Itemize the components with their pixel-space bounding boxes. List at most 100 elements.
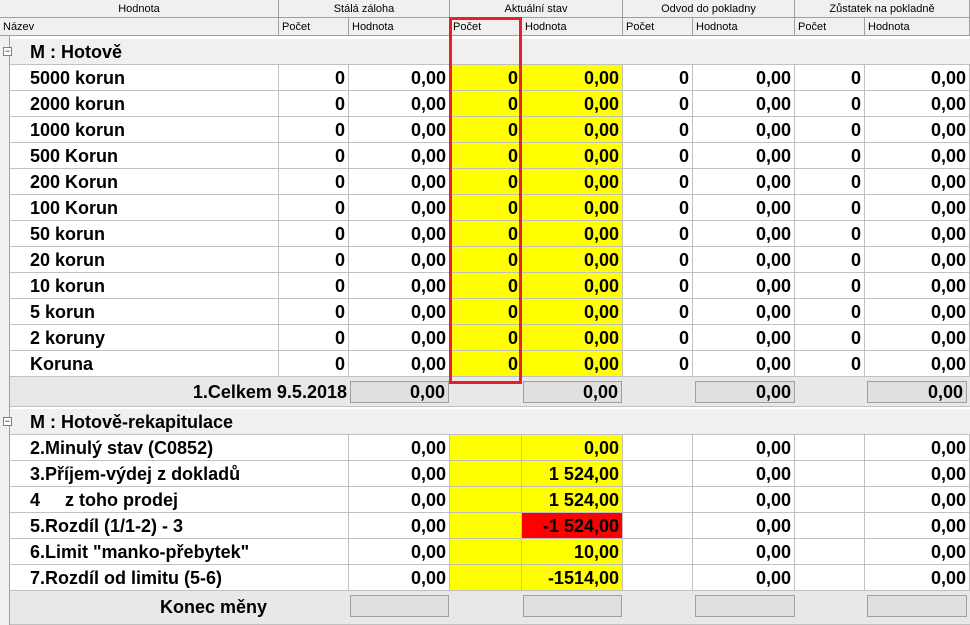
recap-label[interactable]: 7.Rozdíl od limitu (5-6)	[10, 565, 349, 591]
header-odvod[interactable]: Odvod do pokladny	[623, 0, 795, 18]
recap-label[interactable]: 4 z toho prodej	[10, 487, 349, 513]
stala-hodnota[interactable]: 0,00	[349, 539, 450, 565]
denomination-label[interactable]: 2 koruny	[10, 325, 279, 351]
odvod-pocet[interactable]	[623, 539, 693, 565]
odvod-pocet[interactable]: 0	[623, 221, 693, 247]
header-zustatek[interactable]: Zůstatek na pokladně	[795, 0, 970, 18]
zustatek-pocet[interactable]: 0	[795, 91, 865, 117]
stala-pocet[interactable]: 0	[279, 91, 349, 117]
odvod-pocet[interactable]	[623, 487, 693, 513]
zustatek-hodnota[interactable]: 0,00	[865, 461, 970, 487]
odvod-pocet[interactable]: 0	[623, 169, 693, 195]
odvod-pocet[interactable]: 0	[623, 247, 693, 273]
stala-hodnota[interactable]: 0,00	[349, 513, 450, 539]
zustatek-hodnota[interactable]: 0,00	[865, 435, 970, 461]
stala-pocet[interactable]: 0	[279, 325, 349, 351]
stala-pocet[interactable]: 0	[279, 273, 349, 299]
aktualni-hodnota[interactable]: 0,00	[522, 273, 623, 299]
aktualni-hodnota[interactable]: 0,00	[522, 299, 623, 325]
odvod-hodnota[interactable]: 0,00	[693, 513, 795, 539]
aktualni-hodnota[interactable]: 0,00	[522, 195, 623, 221]
odvod-hodnota[interactable]: 0,00	[693, 487, 795, 513]
zustatek-pocet[interactable]: 0	[795, 195, 865, 221]
zustatek-pocet[interactable]	[795, 461, 865, 487]
zustatek-hodnota[interactable]: 0,00	[865, 169, 970, 195]
zustatek-hodnota[interactable]: 0,00	[865, 351, 970, 377]
header-aktualni-stav[interactable]: Aktuální stav	[450, 0, 623, 18]
zustatek-hodnota[interactable]: 0,00	[865, 325, 970, 351]
stala-hodnota[interactable]: 0,00	[349, 247, 450, 273]
aktualni-hodnota[interactable]: 1 524,00	[522, 487, 623, 513]
odvod-pocet[interactable]: 0	[623, 351, 693, 377]
zustatek-hodnota[interactable]: 0,00	[865, 221, 970, 247]
odvod-hodnota[interactable]: 0,00	[693, 461, 795, 487]
zustatek-pocet[interactable]: 0	[795, 247, 865, 273]
stala-hodnota[interactable]: 0,00	[349, 565, 450, 591]
aktualni-hodnota[interactable]: 0,00	[522, 143, 623, 169]
odvod-hodnota[interactable]: 0,00	[693, 435, 795, 461]
zustatek-hodnota[interactable]: 0,00	[865, 565, 970, 591]
denomination-label[interactable]: 1000 korun	[10, 117, 279, 143]
subheader-odvod-hodnota[interactable]: Hodnota	[693, 18, 795, 36]
zustatek-pocet[interactable]	[795, 487, 865, 513]
zustatek-pocet[interactable]: 0	[795, 65, 865, 91]
stala-pocet[interactable]: 0	[279, 65, 349, 91]
aktualni-hodnota[interactable]: 0,00	[522, 91, 623, 117]
odvod-pocet[interactable]	[623, 461, 693, 487]
denomination-label[interactable]: Koruna	[10, 351, 279, 377]
table-row[interactable]: 5.Rozdíl (1/1-2) - 3 0,00 -1 524,00 0,00 0,0…	[10, 513, 970, 539]
aktualni-hodnota[interactable]: 0,00	[522, 247, 623, 273]
subheader-zustatek-hodnota[interactable]: Hodnota	[865, 18, 970, 36]
odvod-hodnota[interactable]: 0,00	[693, 273, 795, 299]
denomination-label[interactable]: 5 korun	[10, 299, 279, 325]
zustatek-pocet[interactable]: 0	[795, 169, 865, 195]
aktualni-hodnota[interactable]: 10,00	[522, 539, 623, 565]
stala-hodnota[interactable]: 0,00	[349, 91, 450, 117]
odvod-pocet[interactable]: 0	[623, 117, 693, 143]
zustatek-pocet[interactable]	[795, 435, 865, 461]
denomination-label[interactable]: 5000 korun	[10, 65, 279, 91]
subheader-nazev[interactable]: Název	[0, 18, 279, 36]
stala-pocet[interactable]: 0	[279, 247, 349, 273]
stala-pocet[interactable]: 0	[279, 169, 349, 195]
zustatek-pocet[interactable]: 0	[795, 143, 865, 169]
stala-hodnota[interactable]: 0,00	[349, 169, 450, 195]
table-row[interactable]: 4 z toho prodej 0,00 1 524,00 0,00 0,00	[10, 487, 970, 513]
collapse-toggle-icon[interactable]: −	[3, 417, 12, 426]
aktualni-pocet[interactable]	[450, 539, 522, 565]
table-row[interactable]: 2.Minulý stav (C0852) 0,00 0,00 0,00 0,00	[10, 435, 970, 461]
denomination-label[interactable]: 500 Korun	[10, 143, 279, 169]
recap-label[interactable]: 2.Minulý stav (C0852)	[10, 435, 349, 461]
zustatek-hodnota[interactable]: 0,00	[865, 487, 970, 513]
zustatek-hodnota[interactable]: 0,00	[865, 247, 970, 273]
subheader-zustatek-pocet[interactable]: Počet	[795, 18, 865, 36]
odvod-pocet[interactable]	[623, 513, 693, 539]
stala-pocet[interactable]: 0	[279, 221, 349, 247]
zustatek-pocet[interactable]	[795, 539, 865, 565]
stala-hodnota[interactable]: 0,00	[349, 435, 450, 461]
odvod-pocet[interactable]: 0	[623, 273, 693, 299]
odvod-hodnota[interactable]: 0,00	[693, 247, 795, 273]
stala-hodnota[interactable]: 0,00	[349, 487, 450, 513]
aktualni-hodnota[interactable]: 0,00	[522, 117, 623, 143]
odvod-pocet[interactable]: 0	[623, 325, 693, 351]
denomination-label[interactable]: 2000 korun	[10, 91, 279, 117]
denomination-label[interactable]: 100 Korun	[10, 195, 279, 221]
odvod-hodnota[interactable]: 0,00	[693, 539, 795, 565]
aktualni-hodnota[interactable]: 1 524,00	[522, 461, 623, 487]
aktualni-pocet[interactable]	[450, 461, 522, 487]
aktualni-hodnota[interactable]: 0,00	[522, 221, 623, 247]
subheader-odvod-pocet[interactable]: Počet	[623, 18, 693, 36]
stala-hodnota[interactable]: 0,00	[349, 195, 450, 221]
odvod-pocet[interactable]: 0	[623, 195, 693, 221]
zustatek-hodnota[interactable]: 0,00	[865, 65, 970, 91]
recap-label[interactable]: 5.Rozdíl (1/1-2) - 3	[10, 513, 349, 539]
table-row[interactable]: 7.Rozdíl od limitu (5-6) 0,00 -1514,00 0,00…	[10, 565, 970, 591]
aktualni-hodnota[interactable]: 0,00	[522, 325, 623, 351]
odvod-hodnota[interactable]: 0,00	[693, 117, 795, 143]
aktualni-hodnota[interactable]: 0,00	[522, 65, 623, 91]
odvod-pocet[interactable]: 0	[623, 91, 693, 117]
table-row[interactable]: 3.Příjem-výdej z dokladů 0,00 1 524,00 0,00…	[10, 461, 970, 487]
stala-hodnota[interactable]: 0,00	[349, 461, 450, 487]
odvod-hodnota[interactable]: 0,00	[693, 169, 795, 195]
